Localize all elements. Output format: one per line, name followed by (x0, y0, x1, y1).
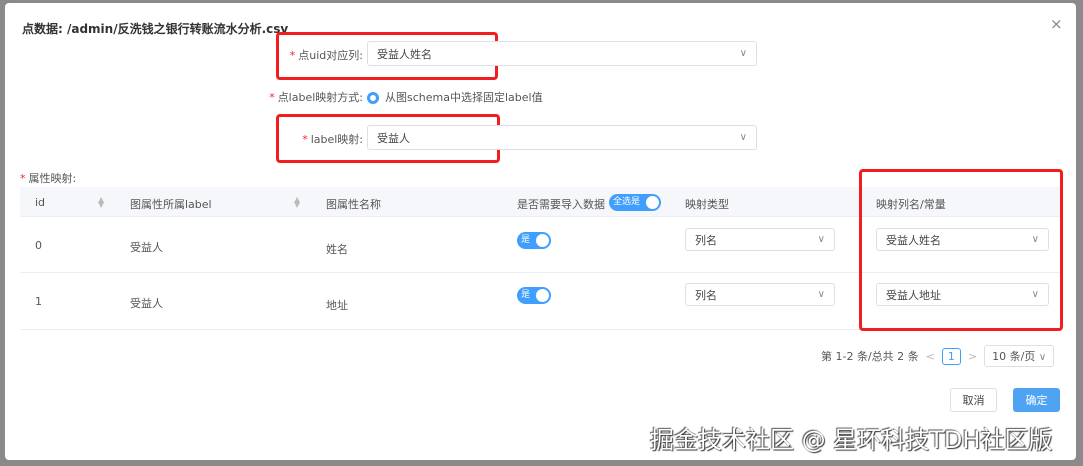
sort-icon[interactable]: ▲ ▼ (98, 196, 104, 209)
required-mark: * (269, 91, 275, 104)
cell-name: 姓名 (326, 243, 348, 256)
map-type-value: 列名 (695, 233, 717, 247)
next-page-icon[interactable]: > (968, 350, 977, 363)
prev-page-icon[interactable]: < (926, 350, 935, 363)
page-size-value: 10 条/页 (992, 350, 1036, 363)
header-map-type: 映射类型 (685, 198, 729, 211)
page-size-select[interactable]: 10 条/页 ∨ (984, 345, 1055, 367)
uid-column-select[interactable]: 受益人姓名 ∨ (367, 41, 757, 66)
header-import: 是否需要导入数据 (517, 198, 605, 211)
cancel-button[interactable]: 取消 (950, 388, 997, 412)
radio-icon[interactable] (367, 92, 379, 104)
close-icon[interactable]: × (1050, 15, 1063, 33)
pagination-summary: 第 1-2 条/总共 2 条 (821, 350, 919, 363)
import-toggle[interactable]: 是 (517, 232, 551, 249)
dialog: 点数据: /admin/反洗钱之银行转账流水分析.csv × * 点uid对应列:… (5, 3, 1076, 460)
watermark: 掘金技术社区 @ 星环科技TDH社区版 (650, 426, 1053, 454)
chevron-down-icon: ∨ (739, 48, 747, 59)
label-map-select[interactable]: 受益人 ∨ (367, 125, 757, 150)
label-map-value: 受益人 (377, 131, 410, 145)
header-label[interactable]: 图属性所属label (130, 196, 212, 212)
sort-icon[interactable]: ▲ ▼ (294, 196, 300, 209)
dialog-title: 点数据: /admin/反洗钱之银行转账流水分析.csv (22, 22, 289, 36)
header-name: 图属性名称 (326, 198, 381, 211)
label-mode-option: 从图schema中选择固定label值 (385, 91, 543, 104)
header-id[interactable]: id (35, 196, 45, 209)
cell-label: 受益人 (130, 297, 163, 310)
uid-value: 受益人姓名 (377, 47, 432, 61)
attr-mapping-label: 属性映射: (28, 172, 77, 185)
label-mode-label: 点label映射方式: (277, 91, 363, 104)
required-mark: * (302, 133, 308, 146)
chevron-down-icon: ∨ (817, 289, 825, 300)
select-all-toggle[interactable]: 全选是 (609, 194, 661, 211)
import-toggle[interactable]: 是 (517, 287, 551, 304)
page-1-button[interactable]: 1 (941, 347, 961, 365)
cell-id: 1 (35, 295, 42, 308)
ok-button[interactable]: 确定 (1013, 388, 1060, 412)
cell-label: 受益人 (130, 241, 163, 254)
highlight-box-map-column (859, 169, 1063, 331)
label-mode-radio[interactable]: 从图schema中选择固定label值 (367, 89, 543, 105)
map-type-select[interactable]: 列名 ∨ (685, 228, 835, 251)
map-type-select[interactable]: 列名 ∨ (685, 283, 835, 306)
uid-label: 点uid对应列: (298, 49, 363, 62)
chevron-down-icon: ∨ (739, 132, 747, 143)
label-map-label: label映射: (310, 133, 363, 146)
chevron-down-icon: ∨ (817, 234, 825, 245)
required-mark: * (289, 49, 296, 62)
cell-name: 地址 (326, 299, 348, 312)
map-type-value: 列名 (695, 288, 717, 302)
chevron-down-icon: ∨ (1038, 352, 1047, 363)
required-mark: * (20, 172, 26, 185)
cell-id: 0 (35, 239, 42, 252)
